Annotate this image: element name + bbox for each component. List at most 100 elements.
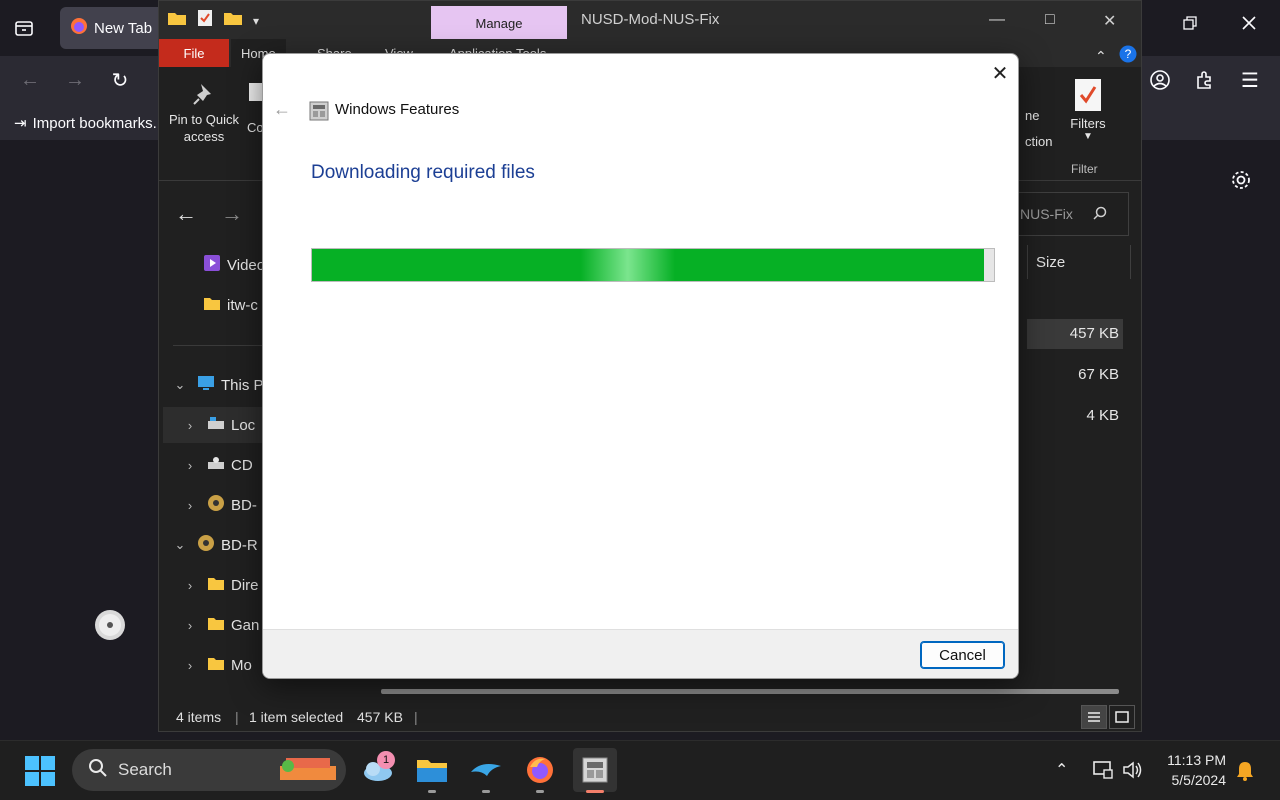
- search-label: Search: [118, 760, 172, 779]
- start-button[interactable]: [24, 755, 56, 792]
- extensions-icon[interactable]: [1191, 66, 1219, 94]
- windows-features-dialog: ✕ ← Windows Features Downloading require…: [262, 53, 1019, 679]
- nav-item-bd-drive[interactable]: › BD-: [181, 487, 257, 523]
- new-folder-icon[interactable]: [223, 10, 243, 31]
- nav-item-this-pc[interactable]: ⌄ This P: [171, 367, 264, 403]
- list-all-tabs-icon[interactable]: [10, 14, 38, 42]
- clock-time: 11:13 PM: [1167, 752, 1226, 768]
- tab-file[interactable]: File: [159, 39, 229, 67]
- status-selected: 1 item selected: [249, 709, 344, 725]
- chevron-right-icon[interactable]: ›: [181, 458, 199, 473]
- import-bookmarks-link[interactable]: ⇥ Import bookmarks...: [14, 114, 165, 133]
- close-icon[interactable]: ✕: [1103, 11, 1116, 31]
- help-icon[interactable]: ?: [1119, 45, 1137, 68]
- pin-icon: [165, 81, 243, 111]
- running-indicator: [428, 790, 436, 793]
- explorer-back-icon[interactable]: ←: [175, 201, 197, 227]
- filters-label: Filters: [1070, 116, 1106, 131]
- large-icons-view-icon[interactable]: [1109, 705, 1135, 729]
- horizontal-scrollbar[interactable]: [381, 689, 1119, 694]
- filters-dropdown-icon: ▼: [1083, 131, 1093, 142]
- select-label-2: ction: [1025, 134, 1053, 149]
- cd-drive-icon: [207, 456, 225, 474]
- collapse-ribbon-icon[interactable]: ⌃: [1095, 48, 1107, 65]
- notifications-bell-icon[interactable]: [1235, 760, 1255, 787]
- nav-item-videos[interactable]: Video: [203, 247, 265, 283]
- firefox-taskbar-icon[interactable]: [518, 748, 562, 792]
- chevron-right-icon[interactable]: ›: [181, 498, 199, 513]
- cancel-button[interactable]: Cancel: [920, 641, 1005, 669]
- nav-item-folder[interactable]: itw-c: [203, 287, 258, 323]
- taskbar-clock[interactable]: 11:13 PM 5/5/2024: [1160, 750, 1226, 790]
- quick-access-toolbar: ▾: [167, 9, 259, 32]
- firefox-icon: [70, 17, 88, 39]
- back-icon[interactable]: ←: [16, 66, 44, 94]
- chevron-right-icon[interactable]: ›: [181, 658, 199, 673]
- chevron-right-icon[interactable]: ›: [181, 418, 199, 433]
- search-input[interactable]: NUS-Fix: [1017, 192, 1129, 236]
- filters-button[interactable]: Filters ▼: [1059, 77, 1117, 142]
- filters-icon: [1059, 77, 1117, 116]
- nav-label: Video: [227, 256, 266, 274]
- nav-label: itw-c: [227, 296, 258, 314]
- nav-label: BD-: [231, 496, 257, 514]
- nav-item-bd-rom[interactable]: ⌄ BD-R: [171, 527, 258, 563]
- chevron-right-icon[interactable]: ›: [181, 578, 199, 593]
- progress-fill: [312, 249, 984, 281]
- maximize-icon[interactable]: □: [1045, 11, 1055, 29]
- customize-toolbar-icon[interactable]: ▾: [253, 14, 259, 28]
- nav-label: Dire: [231, 576, 259, 594]
- status-size: 457 KB: [357, 709, 403, 725]
- folder-icon: [167, 10, 187, 31]
- minimize-icon[interactable]: —: [989, 11, 1005, 29]
- settings-gear-icon[interactable]: [1229, 168, 1253, 197]
- file-explorer-taskbar-icon[interactable]: [410, 748, 454, 792]
- reload-icon[interactable]: ↻: [106, 66, 134, 94]
- nav-item-cd-drive[interactable]: › CD: [181, 447, 253, 483]
- nav-item-games[interactable]: › Gan: [181, 607, 260, 643]
- close-window-icon[interactable]: [1240, 14, 1258, 37]
- tab-title: New Tab: [94, 19, 153, 37]
- running-indicator: [482, 790, 490, 793]
- network-icon[interactable]: [1092, 760, 1114, 785]
- forward-icon[interactable]: →: [61, 66, 89, 94]
- volume-icon[interactable]: [1122, 760, 1144, 785]
- chevron-right-icon[interactable]: ›: [181, 618, 199, 633]
- bd-drive-icon: [197, 534, 215, 556]
- dialog-app-title: Windows Features: [335, 101, 460, 118]
- windows-features-icon: [309, 101, 329, 126]
- pin-label: Pin to Quick access: [168, 112, 240, 144]
- details-view-icon[interactable]: [1081, 705, 1107, 729]
- manage-contextual-tab[interactable]: Manage: [431, 6, 567, 40]
- nav-label: Gan: [231, 616, 260, 634]
- column-header-size[interactable]: Size: [1027, 245, 1131, 279]
- file-size-cell[interactable]: 457 KB: [1027, 319, 1123, 349]
- status-separator: |: [235, 709, 239, 725]
- windows-features-taskbar-icon[interactable]: [573, 748, 617, 792]
- properties-icon[interactable]: [197, 9, 213, 32]
- account-icon[interactable]: [1146, 66, 1174, 94]
- show-hidden-icons-chevron-up-icon[interactable]: ⌃: [1055, 760, 1068, 780]
- nav-item-directory[interactable]: › Dire: [181, 567, 259, 603]
- file-size-cell[interactable]: 4 KB: [1027, 401, 1123, 431]
- select-group[interactable]: ne ction: [1025, 103, 1052, 155]
- clock-date: 5/5/2024: [1171, 772, 1227, 788]
- chevron-down-icon[interactable]: ⌄: [171, 537, 189, 553]
- filter-group-label: Filter: [1071, 162, 1098, 176]
- app-menu-icon[interactable]: ☰: [1236, 66, 1264, 94]
- dolphin-emulator-icon[interactable]: [464, 748, 508, 792]
- running-indicator: [536, 790, 544, 793]
- taskbar-search-box[interactable]: Search: [72, 749, 346, 791]
- close-icon[interactable]: ✕: [987, 60, 1013, 86]
- file-size-cell[interactable]: 67 KB: [1027, 360, 1123, 390]
- search-highlight-image: [278, 752, 338, 789]
- pin-to-quick-access-button[interactable]: Pin to Quick access: [165, 81, 243, 145]
- browser-tab-new-tab[interactable]: New Tab: [60, 7, 170, 49]
- explorer-forward-icon[interactable]: →: [221, 201, 243, 227]
- disc-icon[interactable]: [93, 608, 127, 647]
- download-progress-bar: [311, 248, 995, 282]
- chevron-down-icon[interactable]: ⌄: [171, 377, 189, 393]
- dialog-footer: [263, 629, 1018, 678]
- restore-window-icon[interactable]: [1183, 16, 1197, 35]
- nav-item-mods[interactable]: › Mo: [181, 647, 252, 683]
